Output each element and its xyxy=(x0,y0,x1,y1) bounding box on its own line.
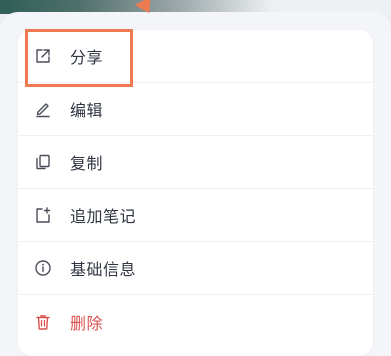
edit-icon xyxy=(34,100,52,118)
menu-panel: 分享 编辑 复制 追加笔记 基础信息 删除 xyxy=(18,30,373,356)
add-note-icon xyxy=(34,206,52,224)
menu-item-label: 追加笔记 xyxy=(70,207,137,226)
menu-item-share[interactable]: 分享 xyxy=(18,30,373,83)
trash-icon xyxy=(34,313,52,331)
copy-icon xyxy=(34,153,52,171)
menu-item-label: 删除 xyxy=(70,313,104,333)
menu-item-label: 基础信息 xyxy=(70,260,137,279)
menu-item-label: 编辑 xyxy=(70,101,104,120)
menu-item-add-note[interactable]: 追加笔记 xyxy=(18,189,373,242)
menu-item-label: 分享 xyxy=(70,48,104,67)
menu-item-edit[interactable]: 编辑 xyxy=(18,83,373,136)
info-icon xyxy=(34,259,52,277)
share-icon xyxy=(34,47,52,65)
menu-item-label: 复制 xyxy=(70,154,104,173)
menu-item-basic-info[interactable]: 基础信息 xyxy=(18,242,373,295)
action-sheet: 分享 编辑 复制 追加笔记 基础信息 删除 xyxy=(0,12,391,356)
menu-item-copy[interactable]: 复制 xyxy=(18,136,373,189)
menu-item-delete[interactable]: 删除 xyxy=(18,295,373,348)
